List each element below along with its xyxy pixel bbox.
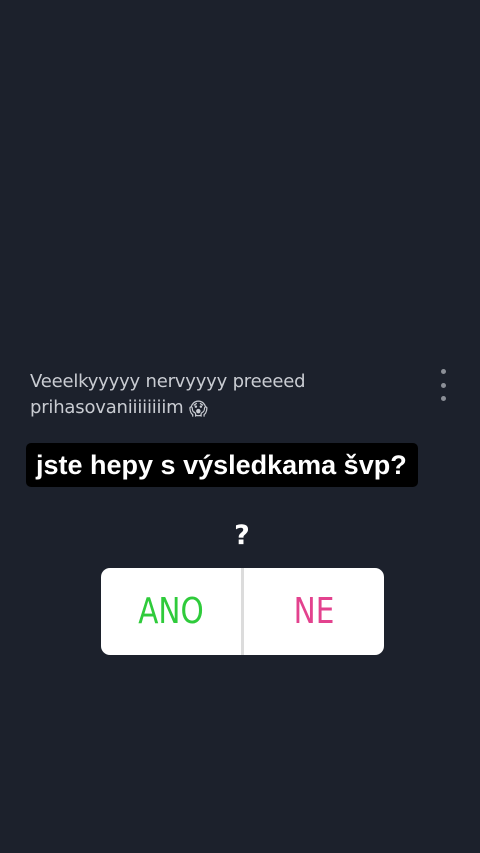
poll-sticker: ANO NE (101, 568, 384, 655)
story-caption: Veeelkyyyyy nervyyyy preeeed prihasovani… (30, 369, 410, 423)
question-text: jste hepy s výsledkama švp? (26, 443, 418, 487)
poll-divider (241, 568, 244, 655)
more-vertical-icon (440, 369, 446, 374)
caption-text: Veeelkyyyyy nervyyyy preeeed prihasovani… (30, 371, 306, 418)
screaming-face-icon: 😱 (189, 399, 208, 420)
poll-option-ne[interactable]: NE (257, 568, 372, 655)
more-options-button[interactable] (432, 369, 454, 401)
poll-prompt: ? (234, 520, 250, 551)
more-vertical-icon (440, 396, 446, 401)
poll-option-ano[interactable]: ANO (114, 568, 229, 655)
more-vertical-icon (440, 382, 446, 388)
